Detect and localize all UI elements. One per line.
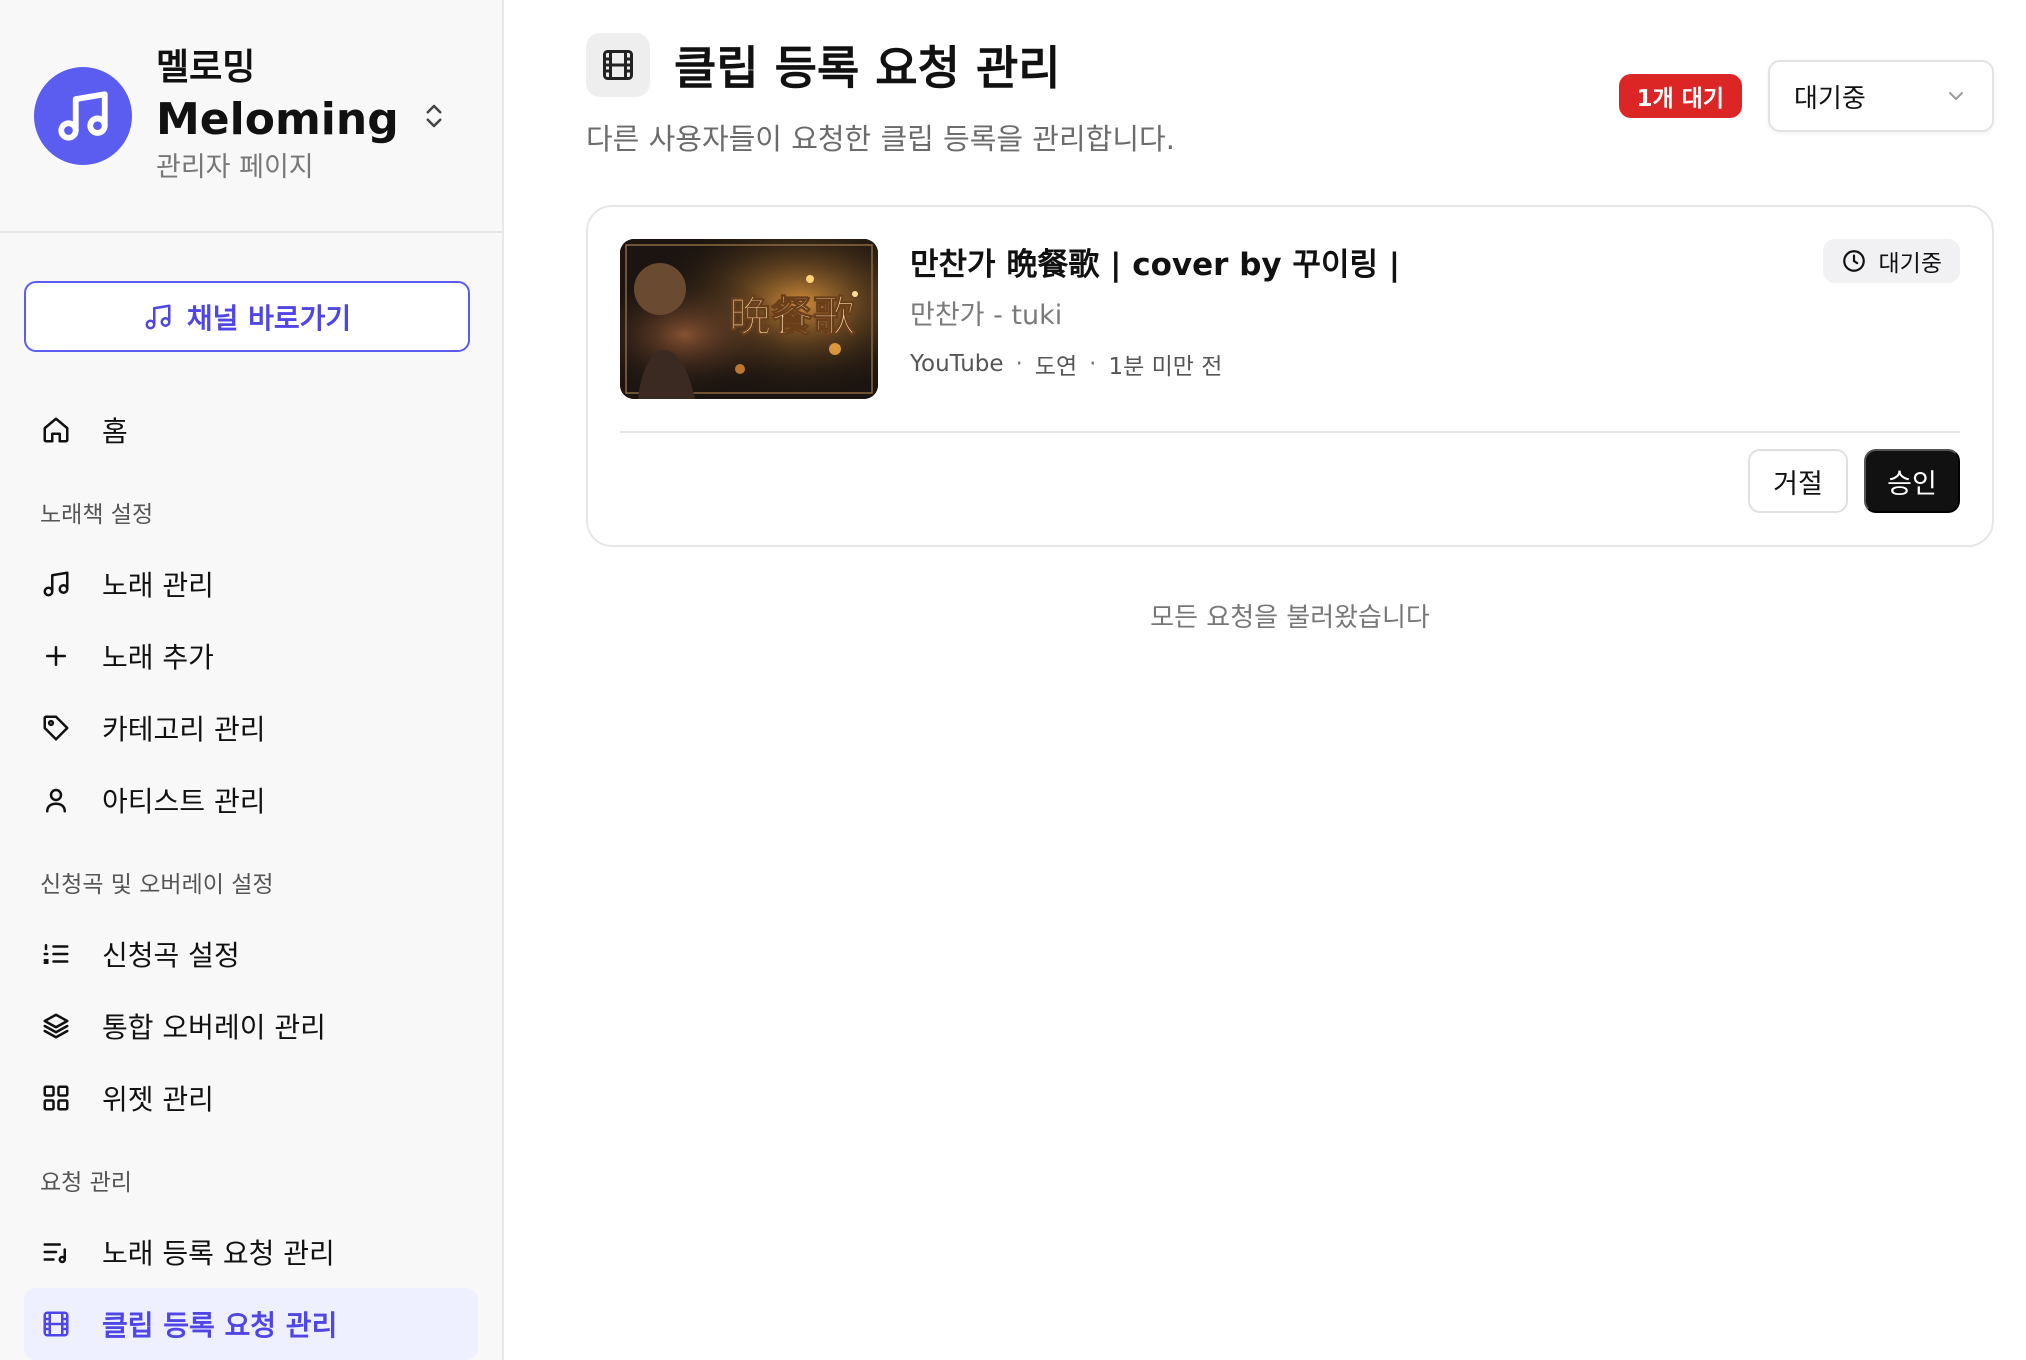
tag-icon — [40, 712, 72, 744]
sidebar-item-home[interactable]: 홈 — [24, 394, 478, 466]
pending-count-badge: 1개 대기 — [1618, 74, 1742, 118]
clip-meta: YouTube · 도연 · 1분 미만 전 — [910, 347, 1400, 381]
clip-info: 만찬가 晩餐歌 | cover by 꾸이링 | 만찬가 - tuki YouT… — [910, 239, 1400, 399]
music-note-icon — [40, 568, 72, 600]
status-filter-value: 대기중 — [1794, 83, 1866, 114]
channel-shortcut-label: 채널 바로가기 — [186, 301, 352, 335]
clip-song: 만찬가 - tuki — [910, 300, 1063, 331]
page-description: 다른 사용자들이 요청한 클립 등록을 관리합니다. — [586, 122, 1175, 156]
sidebar-item-request-settings[interactable]: 신청곡 설정 — [24, 918, 478, 990]
page-header: 클립 등록 요청 관리 다른 사용자들이 요청한 클립 등록을 관리합니다. 1… — [586, 0, 2026, 205]
reject-button[interactable]: 거절 — [1748, 449, 1848, 513]
brand-name-en: Meloming — [156, 93, 399, 145]
sidebar-item-label: 노래 관리 — [102, 569, 214, 602]
user-icon — [40, 784, 72, 816]
list-ordered-icon — [40, 938, 72, 970]
sidebar-item-label: 홈 — [102, 415, 128, 448]
main-content: 클립 등록 요청 관리 다른 사용자들이 요청한 클립 등록을 관리합니다. 1… — [504, 0, 2026, 1360]
sidebar-item-song-manage[interactable]: 노래 관리 — [24, 548, 478, 620]
clip-thumbnail[interactable]: 晩餐歌 — [620, 239, 878, 399]
brand-header: 멜로밍 Meloming 관리자 페이지 — [0, 0, 502, 234]
clock-icon — [1842, 250, 1865, 272]
page-title: 클립 등록 요청 관리 — [674, 41, 1061, 95]
sidebar-item-label: 아티스트 관리 — [102, 785, 266, 818]
clip-platform: YouTube — [910, 351, 1004, 377]
clip-requester: 도연 — [1034, 354, 1078, 380]
sidebar-item-overlay[interactable]: 통합 오버레이 관리 — [24, 990, 478, 1062]
film-icon — [40, 1308, 72, 1340]
clip-request-content: 晩餐歌 만찬가 晩餐歌 | cover by 꾸이링 | 만찬가 - tuki … — [620, 239, 1960, 399]
film-icon — [586, 33, 650, 97]
approve-button[interactable]: 승인 — [1864, 449, 1960, 513]
sidebar-item-label: 노래 등록 요청 관리 — [102, 1237, 335, 1270]
sidebar-nav: 홈 노래책 설정 노래 관리 노래 추가 카테고리 관리 아티스트 관리 신청곡… — [0, 394, 502, 1360]
channel-shortcut-button[interactable]: 채널 바로가기 — [24, 281, 470, 352]
meta-separator: · — [1015, 351, 1023, 377]
sidebar-item-artist[interactable]: 아티스트 관리 — [24, 764, 478, 836]
card-divider — [620, 431, 1960, 433]
brand-logo-music-icon — [34, 66, 132, 165]
sidebar: 멜로밍 Meloming 관리자 페이지 채널 바로가기 홈 노래책 설정 노래… — [0, 0, 504, 1360]
status-badge: 대기중 — [1822, 239, 1960, 283]
grid-icon — [40, 1082, 72, 1114]
sidebar-item-label: 위젯 관리 — [102, 1083, 214, 1116]
brand-subtitle: 관리자 페이지 — [156, 151, 314, 183]
section-title-songbook: 노래책 설정 — [40, 502, 154, 528]
sidebar-item-label: 신청곡 설정 — [102, 939, 240, 972]
thumbnail-title-text: 晩餐歌 — [729, 292, 856, 341]
section-title-requests: 요청 관리 — [40, 1170, 132, 1196]
section-title-request-overlay: 신청곡 및 오버레이 설정 — [40, 872, 274, 898]
chevrons-up-down-icon[interactable] — [414, 96, 454, 136]
clip-time: 1분 미만 전 — [1108, 354, 1223, 380]
sidebar-item-label: 통합 오버레이 관리 — [102, 1011, 326, 1044]
list-music-icon — [40, 1236, 72, 1268]
status-badge-label: 대기중 — [1878, 251, 1942, 277]
header-controls: 1개 대기 대기중 — [1618, 60, 1994, 132]
brand-name: 멜로밍 — [156, 46, 256, 88]
brand-text: 멜로밍 Meloming 관리자 페이지 — [156, 45, 414, 187]
meta-separator: · — [1089, 351, 1097, 377]
chevron-down-icon — [1949, 92, 1963, 100]
clip-request-card: 晩餐歌 만찬가 晩餐歌 | cover by 꾸이링 | 만찬가 - tuki … — [586, 205, 1994, 547]
layers-icon — [40, 1010, 72, 1042]
sidebar-item-label: 카테고리 관리 — [102, 713, 266, 746]
sidebar-item-song-requests[interactable]: 노래 등록 요청 관리 — [24, 1216, 478, 1288]
clip-title: 만찬가 晩餐歌 | cover by 꾸이링 | — [910, 247, 1401, 283]
sidebar-item-song-add[interactable]: 노래 추가 — [24, 620, 478, 692]
music-note-icon — [145, 304, 171, 330]
all-loaded-message: 모든 요청을 불러왔습니다 — [1150, 603, 1430, 633]
title-row: 클립 등록 요청 관리 — [586, 32, 1061, 98]
sidebar-item-category[interactable]: 카테고리 관리 — [24, 692, 478, 764]
card-actions: 거절 승인 — [620, 449, 1960, 513]
sidebar-item-widget[interactable]: 위젯 관리 — [24, 1062, 478, 1134]
sidebar-item-label: 클립 등록 요청 관리 — [102, 1309, 338, 1342]
status-filter-select[interactable]: 대기중 — [1768, 60, 1994, 132]
app-root: 멜로밍 Meloming 관리자 페이지 채널 바로가기 홈 노래책 설정 노래… — [0, 0, 2026, 1360]
sidebar-item-clip-requests[interactable]: 클립 등록 요청 관리 — [24, 1288, 478, 1360]
home-icon — [40, 414, 72, 446]
plus-icon — [40, 640, 72, 672]
sidebar-item-label: 노래 추가 — [102, 641, 214, 674]
